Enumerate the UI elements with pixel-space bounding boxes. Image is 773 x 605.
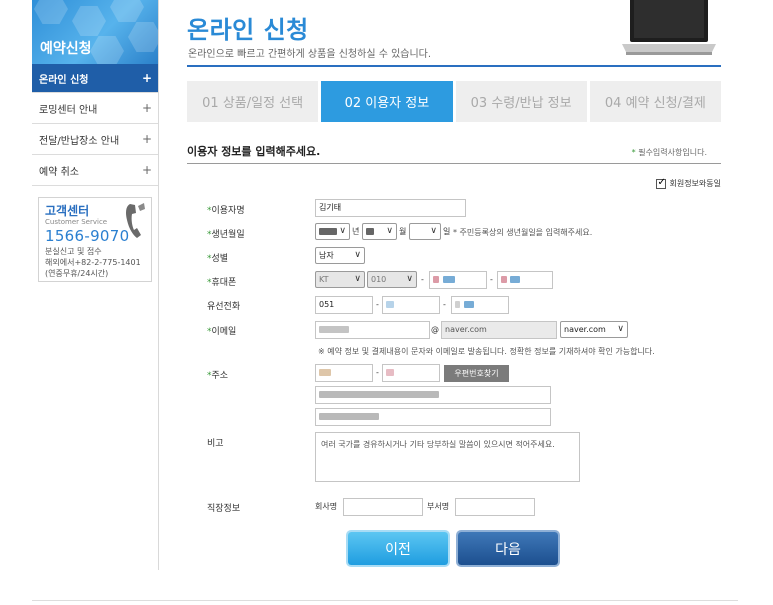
- phone-last-input[interactable]: [451, 296, 509, 314]
- email-id-input[interactable]: [315, 321, 430, 339]
- remarks-textarea[interactable]: 여러 국가를 경유하시거나 기타 당부하실 말씀이 있으시면 적어주세요.: [315, 432, 580, 482]
- step-1: 01 상품/일정 선택: [187, 81, 319, 122]
- sidebar-item-label: 온라인 신청: [39, 74, 89, 86]
- mobile-label: *휴대폰: [207, 278, 237, 288]
- cs-line: 분실신고 및 접수: [45, 247, 102, 256]
- email-domain-select[interactable]: naver.com ∨: [560, 321, 628, 338]
- sidebar-item-online-apply[interactable]: 온라인 신청 +: [32, 64, 158, 93]
- plus-icon: +: [141, 132, 152, 146]
- phone-area-input[interactable]: 051: [315, 296, 373, 314]
- gender-label: *성별: [207, 254, 229, 264]
- sidebar-title: 예약신청: [40, 41, 92, 57]
- mobile-prefix-select[interactable]: 010 ∨: [367, 271, 417, 288]
- footer-divider: [32, 600, 738, 601]
- gender-select[interactable]: 남자 ∨: [315, 247, 365, 264]
- birth-month-suffix: 월: [399, 227, 407, 236]
- page: 예약신청 온라인 신청 + 로밍센터 안내 + 전달/반납장소 안내 + 예약 …: [0, 0, 773, 605]
- same-member-checkbox[interactable]: [656, 177, 667, 189]
- customer-service-box: 고객센터 Customer Service 1566-9070 분실신고 및 접…: [38, 197, 152, 282]
- same-member-toggle: 회원정보와동일: [656, 177, 721, 189]
- birth-month-select[interactable]: ∨: [362, 223, 397, 240]
- address-line1-input[interactable]: [315, 386, 551, 404]
- cs-line: 해외에서+82-2-775-1401: [45, 258, 141, 267]
- department-input[interactable]: [455, 498, 535, 516]
- step-tabs: 01 상품/일정 선택 02 이용자 정보 03 수령/반납 정보 04 예약 …: [187, 81, 721, 122]
- zip-search-button[interactable]: 우편번호찾기: [444, 365, 509, 382]
- name-input[interactable]: 김기태: [315, 199, 466, 217]
- phone-middle-input[interactable]: [382, 296, 440, 314]
- email-domain-input[interactable]: naver.com: [441, 321, 557, 339]
- birth-note: * 주민등록상의 생년월일을 입력해주세요.: [453, 228, 593, 237]
- mobile-carrier-select[interactable]: KT ∨: [315, 271, 365, 288]
- plus-icon: +: [141, 163, 152, 177]
- department-label: 부서명: [427, 502, 450, 511]
- email-label: *이메일: [207, 327, 237, 337]
- step-2: 02 이용자 정보: [321, 81, 453, 122]
- sidebar-item-cancel[interactable]: 예약 취소 +: [32, 155, 158, 186]
- plus-icon: +: [141, 101, 152, 115]
- birth-label: *생년월일: [207, 230, 245, 240]
- page-subtitle: 온라인으로 빠르고 간편하게 상품을 신청하실 수 있습니다.: [188, 49, 432, 60]
- required-note: * 필수입력사항입니다.: [631, 148, 707, 157]
- next-button[interactable]: 다음: [458, 532, 558, 565]
- company-name-input[interactable]: [343, 498, 423, 516]
- plus-icon: +: [141, 71, 152, 85]
- birth-year-select[interactable]: ∨: [315, 223, 350, 240]
- name-label: *이용자명: [207, 206, 245, 216]
- sidebar: 예약신청 온라인 신청 + 로밍센터 안내 + 전달/반납장소 안내 + 예약 …: [32, 0, 159, 570]
- sidebar-item-delivery-return[interactable]: 전달/반납장소 안내 +: [32, 124, 158, 155]
- sidebar-item-label: 로밍센터 안내: [39, 104, 98, 116]
- cs-line: (연중무휴/24시간): [45, 269, 109, 278]
- page-title: 온라인 신청: [187, 16, 309, 44]
- company-label: 직장정보: [207, 504, 241, 514]
- remarks-label: 비고: [207, 439, 224, 449]
- birth-day-select[interactable]: ∨: [409, 223, 441, 240]
- sidebar-item-label: 전달/반납장소 안내: [39, 135, 120, 147]
- section-divider: [187, 163, 721, 164]
- birth-day-suffix: 일: [443, 227, 451, 236]
- zip-first-input[interactable]: [315, 364, 373, 382]
- header-divider: [187, 65, 721, 67]
- step-4: 04 예약 신청/결제: [589, 81, 721, 122]
- address-label: *주소: [207, 371, 229, 381]
- sidebar-menu: 온라인 신청 + 로밍센터 안내 + 전달/반납장소 안내 + 예약 취소 +: [32, 64, 158, 186]
- mobile-middle-input[interactable]: [429, 271, 487, 289]
- birth-year-suffix: 년: [352, 227, 360, 236]
- telephone-icon: [126, 203, 145, 238]
- email-note: ※ 예약 정보 및 결제내용이 문자와 이메일로 발송됩니다. 정확한 정보를 …: [318, 347, 655, 356]
- section-title: 이용자 정보를 입력해주세요.: [187, 145, 321, 158]
- phone-label: 유선전화: [207, 302, 241, 312]
- address-line2-input[interactable]: [315, 408, 551, 426]
- sidebar-item-label: 예약 취소: [39, 166, 79, 178]
- prev-button[interactable]: 이전: [348, 532, 448, 565]
- step-3: 03 수령/반납 정보: [455, 81, 587, 122]
- zip-last-input[interactable]: [382, 364, 440, 382]
- laptop-icon: [622, 0, 716, 55]
- sidebar-item-roaming-center[interactable]: 로밍센터 안내 +: [32, 93, 158, 124]
- company-name-label: 회사명: [315, 502, 338, 511]
- mobile-last-input[interactable]: [497, 271, 553, 289]
- same-member-label: 회원정보와동일: [669, 179, 721, 188]
- sidebar-banner: 예약신청: [32, 0, 158, 64]
